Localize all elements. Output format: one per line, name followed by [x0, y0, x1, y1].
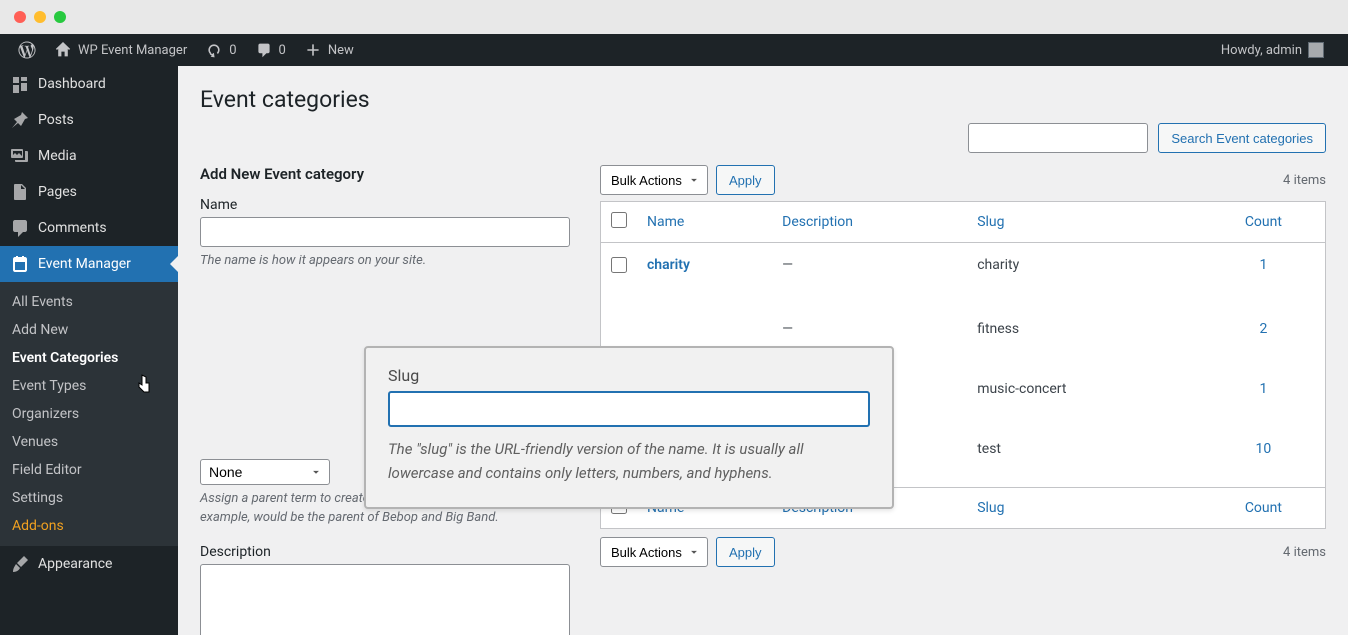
row-count[interactable]: 1: [1259, 381, 1267, 397]
col-count[interactable]: Count: [1245, 214, 1282, 230]
sidebar-item-posts[interactable]: Posts: [0, 102, 178, 138]
sidebar-item-pages[interactable]: Pages: [0, 174, 178, 210]
minimize-window-button[interactable]: [34, 11, 46, 23]
col-desc[interactable]: Description: [782, 214, 853, 230]
sidebar-item-label: Event Manager: [38, 256, 131, 272]
form-heading: Add New Event category: [200, 165, 570, 183]
main-content: Event categories Search Event categories…: [178, 66, 1348, 635]
apply-button-top[interactable]: Apply: [716, 165, 775, 195]
admin-bar: WP Event Manager 0 0 New Howdy, admin: [0, 34, 1348, 66]
event-manager-submenu: All Events Add New Event Categories Even…: [0, 282, 178, 546]
user-account-menu[interactable]: Howdy, admin: [1213, 34, 1332, 66]
row-count[interactable]: 1: [1259, 257, 1267, 273]
row-slug: music-concert: [967, 367, 1202, 427]
row-slug: test: [967, 427, 1202, 488]
submenu-field-editor[interactable]: Field Editor: [0, 456, 178, 484]
apply-button-bottom[interactable]: Apply: [716, 537, 775, 567]
bulk-actions-select-top[interactable]: Bulk Actions: [600, 165, 708, 195]
slug-label: Slug: [388, 366, 870, 385]
sidebar-item-label: Appearance: [38, 556, 112, 572]
submenu-all-events[interactable]: All Events: [0, 288, 178, 316]
name-label: Name: [200, 197, 570, 213]
items-count-bottom: 4 items: [1283, 545, 1326, 560]
row-count[interactable]: 2: [1259, 321, 1267, 337]
sidebar-item-dashboard[interactable]: Dashboard: [0, 66, 178, 102]
new-content-menu[interactable]: New: [296, 34, 362, 66]
maximize-window-button[interactable]: [54, 11, 66, 23]
sidebar-item-label: Posts: [38, 112, 74, 128]
sidebar-item-media[interactable]: Media: [0, 138, 178, 174]
comment-icon: [10, 218, 30, 238]
window-titlebar: [0, 0, 1348, 34]
sidebar-item-appearance[interactable]: Appearance: [0, 546, 178, 582]
row-slug: fitness: [967, 307, 1202, 367]
description-textarea[interactable]: [200, 564, 570, 635]
row-count[interactable]: 10: [1256, 441, 1272, 457]
search-button[interactable]: Search Event categories: [1158, 123, 1326, 153]
col-slug[interactable]: Slug: [977, 214, 1004, 230]
close-window-button[interactable]: [14, 11, 26, 23]
slug-callout-box: Slug The "slug" is the URL-friendly vers…: [364, 346, 894, 509]
bulk-actions-select-bottom[interactable]: Bulk Actions: [600, 537, 708, 567]
search-input[interactable]: [968, 123, 1148, 153]
sidebar-item-label: Comments: [38, 220, 107, 236]
name-input[interactable]: [200, 217, 570, 247]
updates-menu[interactable]: 0: [197, 34, 244, 66]
submenu-add-ons[interactable]: Add-ons: [0, 512, 178, 540]
submenu-add-new[interactable]: Add New: [0, 316, 178, 344]
avatar: [1308, 42, 1324, 58]
submenu-organizers[interactable]: Organizers: [0, 400, 178, 428]
submenu-event-categories[interactable]: Event Categories: [0, 344, 178, 372]
submenu-venues[interactable]: Venues: [0, 428, 178, 456]
slug-hint: The "slug" is the URL-friendly version o…: [388, 437, 870, 485]
col-name[interactable]: Name: [647, 214, 684, 230]
row-desc: —: [772, 243, 967, 308]
row-name[interactable]: charity: [647, 257, 690, 273]
row-slug: charity: [967, 243, 1202, 308]
slug-input[interactable]: [388, 391, 870, 427]
items-count-top: 4 items: [1283, 173, 1326, 188]
parent-select[interactable]: None: [200, 459, 330, 485]
col-slug-foot[interactable]: Slug: [977, 500, 1004, 516]
page-title: Event categories: [200, 66, 1326, 123]
wordpress-icon: [18, 41, 36, 59]
pin-icon: [10, 110, 30, 130]
table-row: charity — charity 1: [601, 243, 1326, 308]
wp-logo-menu[interactable]: [10, 34, 44, 66]
name-hint: The name is how it appears on your site.: [200, 251, 570, 271]
col-count-foot[interactable]: Count: [1245, 500, 1282, 516]
sidebar-item-label: Pages: [38, 184, 77, 200]
new-label: New: [328, 43, 354, 58]
media-icon: [10, 146, 30, 166]
comments-menu[interactable]: 0: [247, 34, 294, 66]
sidebar-item-label: Dashboard: [38, 76, 106, 92]
calendar-icon: [10, 254, 30, 274]
sidebar-item-comments[interactable]: Comments: [0, 210, 178, 246]
site-name-menu[interactable]: WP Event Manager: [46, 34, 195, 66]
dashboard-icon: [10, 74, 30, 94]
submenu-settings[interactable]: Settings: [0, 484, 178, 512]
description-label: Description: [200, 544, 570, 560]
sidebar-item-label: Media: [38, 148, 77, 164]
page-icon: [10, 182, 30, 202]
howdy-label: Howdy, admin: [1221, 43, 1302, 58]
plus-icon: [304, 41, 322, 59]
updates-count: 0: [229, 43, 236, 58]
comment-icon: [255, 41, 273, 59]
admin-sidebar: Dashboard Posts Media Pages Comments Eve…: [0, 66, 178, 635]
row-checkbox[interactable]: [611, 257, 627, 273]
site-name-label: WP Event Manager: [78, 43, 187, 58]
cursor-icon: [136, 372, 154, 398]
sidebar-item-event-manager[interactable]: Event Manager: [0, 246, 178, 282]
select-all-top[interactable]: [611, 212, 627, 228]
home-icon: [54, 41, 72, 59]
comments-count: 0: [279, 43, 286, 58]
brush-icon: [10, 554, 30, 574]
update-icon: [205, 41, 223, 59]
